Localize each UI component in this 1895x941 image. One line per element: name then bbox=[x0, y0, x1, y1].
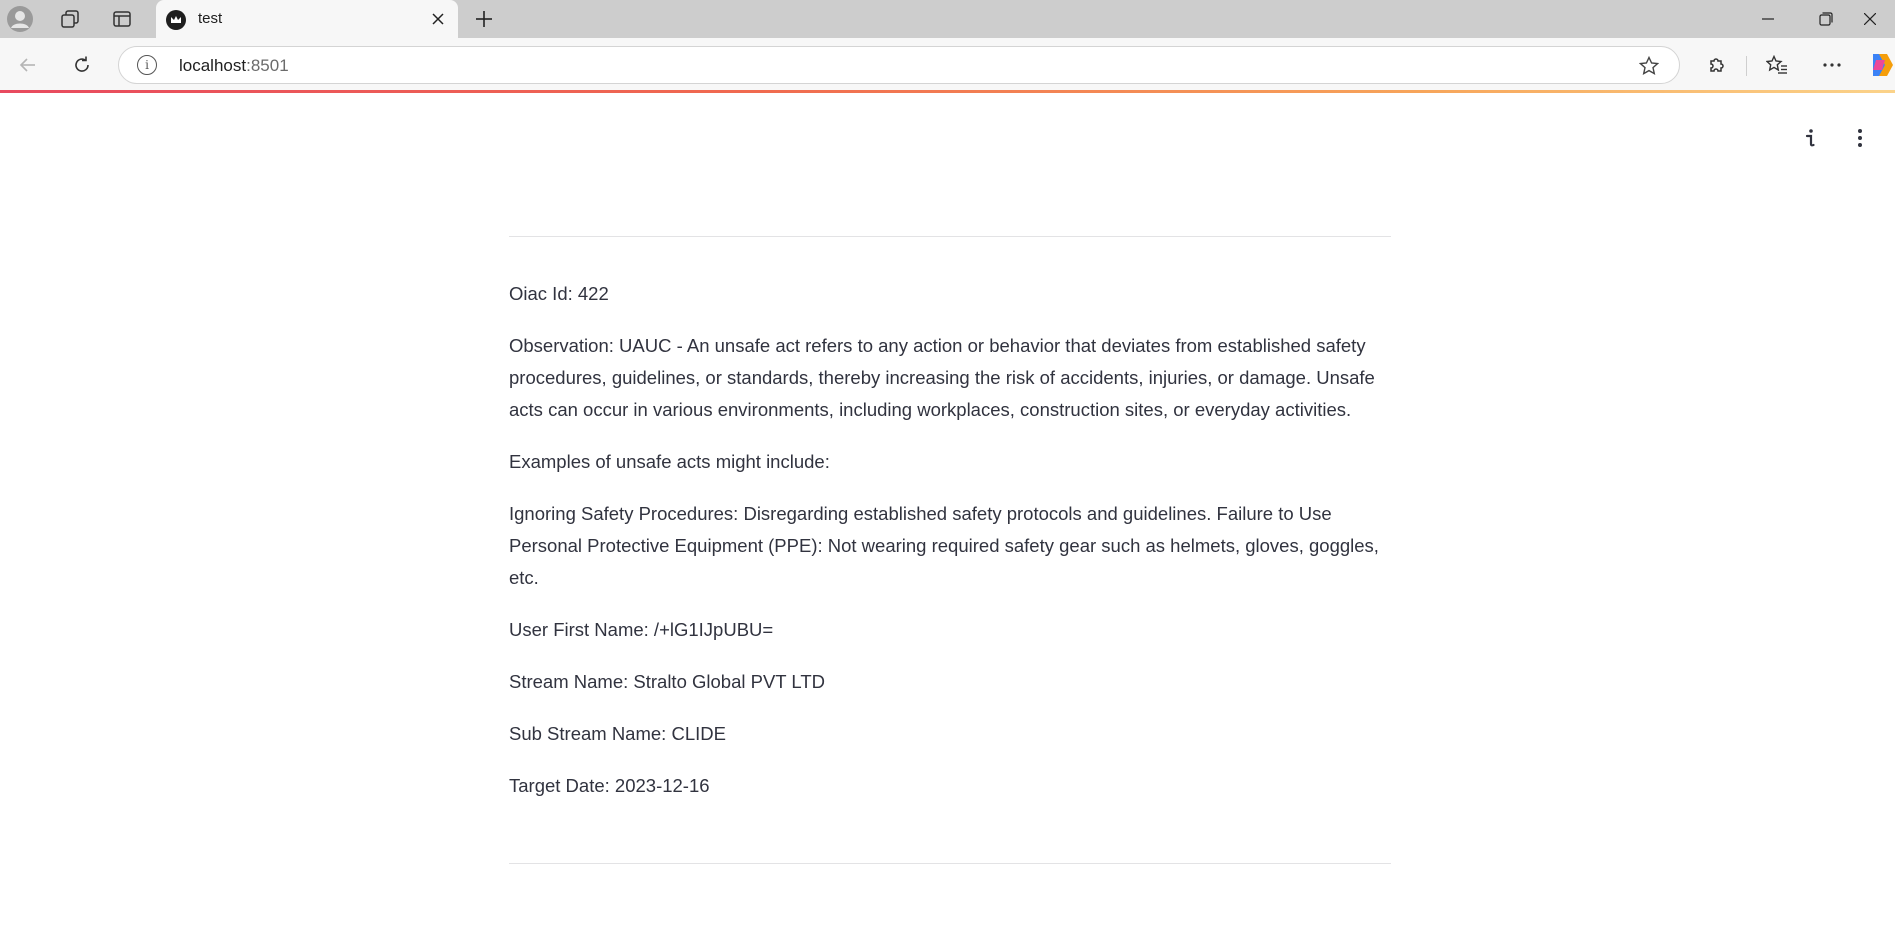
tab-title: test bbox=[198, 10, 223, 27]
observation-text: Observation: UAUC - An unsafe act refers… bbox=[509, 335, 1375, 420]
target-date-text: Target Date: 2023-12-16 bbox=[509, 775, 710, 796]
user-first-name-text: User First Name: /+lG1IJpUBU= bbox=[509, 619, 774, 640]
favorite-star-icon[interactable] bbox=[1637, 54, 1661, 78]
app-main-menu-icon[interactable] bbox=[1846, 124, 1874, 152]
tab-active[interactable]: test bbox=[156, 0, 458, 38]
examples-body-text: Ignoring Safety Procedures: Disregarding… bbox=[509, 503, 1379, 588]
workspaces-icon[interactable] bbox=[52, 3, 88, 35]
page-loading-accent-bar bbox=[0, 90, 1895, 93]
refresh-icon[interactable] bbox=[64, 47, 100, 83]
profile-avatar-icon[interactable] bbox=[2, 3, 38, 35]
oiac-id-text: Oiac Id: 422 bbox=[509, 283, 609, 304]
site-info-icon[interactable]: i bbox=[137, 55, 157, 75]
sub-stream-name-text: Sub Stream Name: CLIDE bbox=[509, 723, 726, 744]
close-tab-icon[interactable] bbox=[426, 7, 450, 31]
url-port: :8501 bbox=[246, 56, 289, 75]
browser-more-icon[interactable] bbox=[1814, 47, 1850, 83]
examples-heading-text: Examples of unsafe acts might include: bbox=[509, 451, 830, 472]
extensions-puzzle-icon[interactable] bbox=[1699, 47, 1735, 83]
browser-tab-strip: test bbox=[0, 0, 1895, 38]
minimize-window-icon[interactable] bbox=[1738, 0, 1798, 38]
close-window-icon[interactable] bbox=[1845, 0, 1895, 38]
streamlit-crown-icon bbox=[166, 10, 186, 30]
tab-actions-icon[interactable] bbox=[104, 3, 140, 35]
browser-toolbar: i localhost:8501 bbox=[0, 38, 1895, 92]
address-url[interactable]: localhost:8501 bbox=[179, 56, 289, 76]
favorites-icon[interactable] bbox=[1759, 47, 1795, 83]
bottom-divider bbox=[509, 863, 1391, 864]
copilot-icon[interactable] bbox=[1866, 47, 1895, 83]
back-arrow-icon[interactable] bbox=[10, 47, 46, 83]
toolbar-separator bbox=[1746, 56, 1747, 76]
url-host: localhost bbox=[179, 56, 247, 75]
address-bar[interactable]: i localhost:8501 bbox=[118, 46, 1680, 84]
main-content: Oiac Id: 422 Observation: UAUC - An unsa… bbox=[509, 236, 1391, 864]
info-icon[interactable] bbox=[1796, 124, 1824, 152]
stream-name-text: Stream Name: Stralto Global PVT LTD bbox=[509, 671, 825, 692]
new-tab-icon[interactable] bbox=[466, 3, 502, 35]
